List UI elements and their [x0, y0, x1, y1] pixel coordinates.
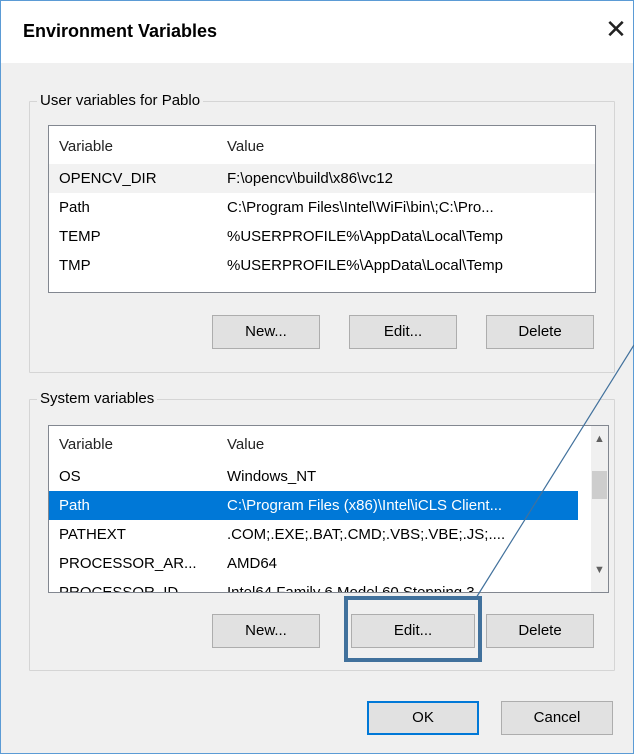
user-variables-list[interactable]: Variable Value OPENCV_DIR F:\opencv\buil…: [48, 125, 596, 293]
variable-value: %USERPROFILE%\AppData\Local\Temp: [227, 257, 503, 274]
environment-variables-dialog: Environment Variables ✕ User variables f…: [0, 0, 634, 754]
list-item[interactable]: PROCESSOR_AR... AMD64: [49, 549, 608, 578]
system-variables-title: System variables: [37, 390, 158, 407]
scrollbar-thumb[interactable]: [592, 471, 607, 499]
list-item[interactable]: PROCESSOR_ID... Intel64 Family 6 Model 6…: [49, 578, 608, 593]
variable-value: F:\opencv\build\x86\vc12: [227, 170, 393, 187]
variable-value: C:\Program Files\Intel\WiFi\bin\;C:\Pro.…: [227, 199, 494, 216]
list-header: Variable Value: [49, 132, 595, 161]
system-delete-button[interactable]: Delete: [486, 614, 594, 648]
variable-name: Path: [59, 199, 90, 216]
close-icon[interactable]: ✕: [601, 15, 631, 45]
list-item[interactable]: TEMP %USERPROFILE%\AppData\Local\Temp: [49, 222, 595, 251]
scroll-down-icon[interactable]: ▼: [591, 562, 608, 579]
user-variables-title: User variables for Pablo: [37, 92, 204, 109]
list-item-selected[interactable]: Path C:\Program Files (x86)\Intel\iCLS C…: [49, 491, 578, 520]
title-bar: Environment Variables ✕: [1, 1, 633, 63]
variable-name: PROCESSOR_AR...: [59, 555, 197, 572]
user-edit-button[interactable]: Edit...: [349, 315, 457, 349]
variable-name: OPENCV_DIR: [59, 170, 157, 187]
dialog-title: Environment Variables: [23, 21, 218, 41]
variable-value: Windows_NT: [227, 468, 317, 485]
variable-value: %USERPROFILE%\AppData\Local\Temp: [227, 228, 503, 245]
vertical-scrollbar[interactable]: ▲ ▼: [591, 426, 608, 592]
variable-value: .COM;.EXE;.BAT;.CMD;.VBS;.VBE;.JS;....: [227, 526, 506, 543]
variable-name: TEMP: [59, 228, 101, 245]
variable-name: PATHEXT: [59, 526, 126, 543]
variable-value: AMD64: [227, 555, 278, 572]
variable-name: Path: [59, 497, 90, 514]
system-edit-button[interactable]: Edit...: [351, 614, 475, 648]
column-header-value[interactable]: Value: [227, 430, 264, 459]
list-item[interactable]: Path C:\Program Files\Intel\WiFi\bin\;C:…: [49, 193, 595, 222]
variable-name: TMP: [59, 257, 91, 274]
column-header-value[interactable]: Value: [227, 132, 264, 161]
variable-value: C:\Program Files (x86)\Intel\iCLS Client…: [227, 497, 503, 514]
column-header-variable[interactable]: Variable: [59, 132, 113, 161]
user-delete-button[interactable]: Delete: [486, 315, 594, 349]
list-item[interactable]: TMP %USERPROFILE%\AppData\Local\Temp: [49, 251, 595, 280]
list-item[interactable]: OPENCV_DIR F:\opencv\build\x86\vc12: [49, 164, 595, 193]
cancel-button[interactable]: Cancel: [501, 701, 613, 735]
variable-name: PROCESSOR_ID...: [59, 584, 191, 593]
system-variables-list[interactable]: Variable Value OS Windows_NT Path C:\Pro…: [48, 425, 609, 593]
user-new-button[interactable]: New...: [212, 315, 320, 349]
list-header: Variable Value: [49, 430, 608, 459]
list-item[interactable]: PATHEXT .COM;.EXE;.BAT;.CMD;.VBS;.VBE;.J…: [49, 520, 608, 549]
column-header-variable[interactable]: Variable: [59, 430, 113, 459]
variable-value: Intel64 Family 6 Model 60 Stepping 3...: [227, 584, 488, 593]
variable-name: OS: [59, 468, 81, 485]
system-new-button[interactable]: New...: [212, 614, 320, 648]
list-item[interactable]: OS Windows_NT: [49, 462, 608, 491]
scroll-up-icon[interactable]: ▲: [591, 431, 608, 448]
ok-button[interactable]: OK: [367, 701, 479, 735]
